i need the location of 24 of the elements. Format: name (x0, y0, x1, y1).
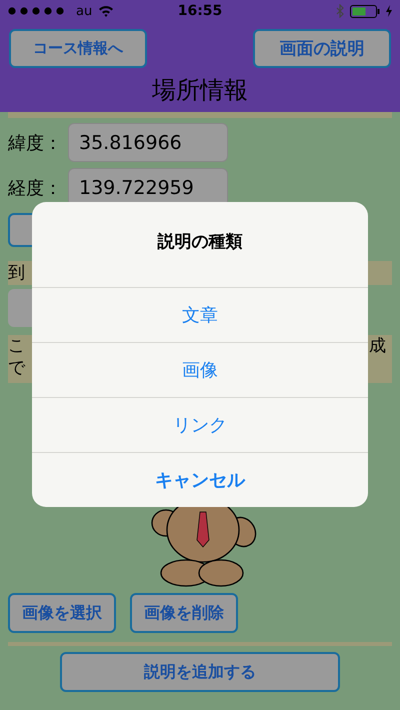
paragraph-text: 成 (369, 335, 387, 358)
field-label: 緯度： (8, 132, 63, 154)
charging-icon (386, 5, 392, 17)
field-label: 経度： (8, 176, 63, 200)
section-label: 到 (8, 263, 25, 283)
carrier-name: au (76, 4, 92, 18)
bluetooth-icon (336, 4, 344, 18)
battery-icon (350, 4, 380, 18)
sheet-title: 説明の種類 (158, 231, 242, 254)
image-button[interactable]: 画像を選択 (8, 593, 116, 633)
paragraph-text: で (8, 357, 25, 379)
header-button[interactable]: 画面の説明 (253, 29, 391, 68)
clock-time: 16:55 (178, 3, 222, 19)
add-description-button[interactable]: 説明を追加する (60, 652, 340, 692)
image-button[interactable]: 画像を削除 (130, 593, 238, 633)
screen-title: 場所情報 (151, 75, 249, 106)
wifi-icon (98, 5, 114, 17)
header-button[interactable]: コース情報へ (9, 29, 147, 68)
paragraph-text: こ (8, 335, 25, 357)
action-item[interactable]: キャンセル (32, 452, 368, 507)
action-item[interactable]: 画像 (32, 342, 368, 397)
input-field[interactable]: 35.816966 (68, 123, 228, 162)
action-item[interactable]: リンク (32, 397, 368, 452)
action-item[interactable]: 文章 (32, 287, 368, 342)
